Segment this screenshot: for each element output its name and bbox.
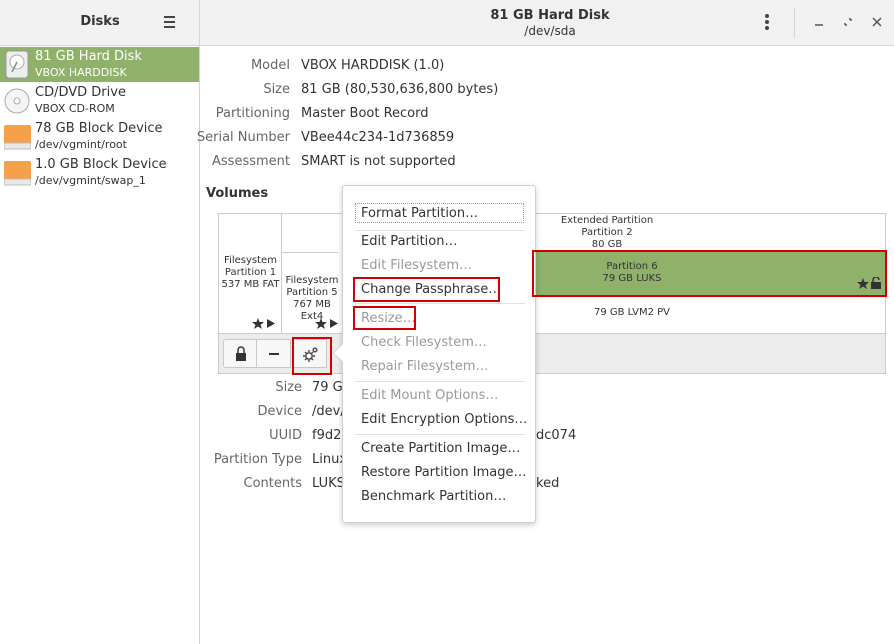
play-icon [330,319,338,328]
harddisk-icon [4,50,31,79]
volumes-heading: Volumes [206,186,269,201]
uuid-value-start: f9d2 [312,428,342,443]
sidebar-item-sub: /dev/vgmint/root [35,138,127,151]
menu-item-repair-filesystem: Repair Filesystem… [361,359,489,374]
menu-separator [355,230,525,231]
menu-item-create-partition-image[interactable]: Create Partition Image… [361,441,520,456]
serial-label: Serial Number [196,130,290,145]
sidebar-item-hard-disk[interactable]: 81 GB Hard Disk VBOX HARDDISK [0,47,199,82]
extended-partition[interactable]: Extended Partition Partition 2 80 GB [537,214,677,252]
popup-arrow-inner [334,344,343,362]
lvm-volume[interactable]: 79 GB LVM2 PV [535,295,729,333]
highlight-partition-6 [532,250,887,297]
device-value: /dev/ [312,404,345,419]
partition-options-menu: Format Partition… Edit Partition… Edit F… [342,185,536,523]
lock-button[interactable] [223,339,257,368]
play-icon [267,319,275,328]
sidebar-item-name: 1.0 GB Block Device [35,157,167,172]
star-icon [315,318,327,329]
partition-1-line2: Partition 1 [224,267,277,278]
sidebar-item-name: 78 GB Block Device [35,121,163,136]
highlight-change-passphrase [353,277,500,302]
minimize-icon[interactable] [810,13,828,31]
partition-type-label: Partition Type [213,452,302,467]
partition-5-line1: Filesystem [285,275,339,286]
uuid-label: UUID [269,428,302,443]
sidebar-item-name: 81 GB Hard Disk [35,49,142,64]
partition-1[interactable]: Filesystem Partition 1 537 MB FAT [219,214,282,333]
contents-label: Contents [243,476,302,491]
partition-1-line1: Filesystem [224,255,277,266]
partition-5-line2: Partition 5 [286,287,338,298]
sidebar-item-sub: /dev/vgmint/swap_1 [35,174,146,187]
header-bar: 81 GB Hard Disk /dev/sda [200,0,894,46]
sidebar-item-name: CD/DVD Drive [35,85,126,100]
serial-value: VBee44c234-1d736859 [301,130,455,145]
menu-item-restore-partition-image[interactable]: Restore Partition Image… [361,465,526,480]
partition-5[interactable]: Filesystem Partition 5 767 MB Ext4 [282,253,342,333]
highlight-resize [353,306,416,330]
sidebar-item-sub: VBOX HARDDISK [35,66,127,79]
block-device-icon [4,158,31,187]
menu-separator [355,303,525,304]
menu-item-format-partition[interactable]: Format Partition… [361,206,478,221]
menu-separator [355,381,525,382]
uuid-value-end: dc074 [536,428,577,443]
model-value: VBOX HARDDISK (1.0) [301,58,445,73]
sidebar-item-swap-device[interactable]: 1.0 GB Block Device /dev/vgmint/swap_1 [0,155,199,190]
menu-item-benchmark-partition[interactable]: Benchmark Partition… [361,489,506,504]
sidebar-item-sub: VBOX CD-ROM [35,102,115,115]
menu-item-edit-mount-options: Edit Mount Options… [361,388,499,403]
model-label: Model [250,58,290,73]
header-separator [794,8,795,38]
part-size-label: Size [275,380,302,395]
extended-line1: Extended Partition [560,215,654,226]
menu-item-edit-partition[interactable]: Edit Partition… [361,234,457,249]
sidebar: Disks 81 GB Hard Disk VBOX HARDDISK CD/D… [0,0,200,644]
window-subtitle: /dev/sda [524,24,576,38]
sidebar-header: Disks [0,0,199,46]
close-icon[interactable] [868,13,886,31]
size-label: Size [263,82,290,97]
partitioning-value: Master Boot Record [301,106,429,121]
extended-line2: Partition 2 [581,227,633,238]
optical-disc-icon [4,86,31,115]
contents-value-end: ked [536,476,560,491]
menu-item-edit-encryption-options[interactable]: Edit Encryption Options… [361,412,527,427]
lvm-label: 79 GB LVM2 PV [593,307,671,318]
assessment-label: Assessment [212,154,290,169]
star-icon [252,318,264,329]
partitioning-label: Partitioning [215,106,290,121]
device-label: Device [257,404,302,419]
menu-separator [355,434,525,435]
restore-icon[interactable] [839,13,857,31]
window-title: 81 GB Hard Disk [490,8,610,23]
partition-1-line3: 537 MB FAT [221,279,280,290]
contents-value-start: LUKS [312,476,345,491]
extended-left-strip [282,214,338,253]
kebab-menu-icon[interactable] [765,14,773,32]
sidebar-item-cd-dvd[interactable]: CD/DVD Drive VBOX CD-ROM [0,83,199,118]
block-device-icon [4,122,31,151]
delete-partition-button[interactable] [257,339,291,368]
highlight-gears-button [292,337,332,375]
menu-item-check-filesystem: Check Filesystem… [361,335,487,350]
sidebar-item-root-device[interactable]: 78 GB Block Device /dev/vgmint/root [0,119,199,154]
menu-item-edit-filesystem: Edit Filesystem… [361,258,473,273]
assessment-value: SMART is not supported [301,154,456,169]
size-value: 81 GB (80,530,636,800 bytes) [301,82,499,97]
hamburger-icon[interactable] [164,13,182,31]
